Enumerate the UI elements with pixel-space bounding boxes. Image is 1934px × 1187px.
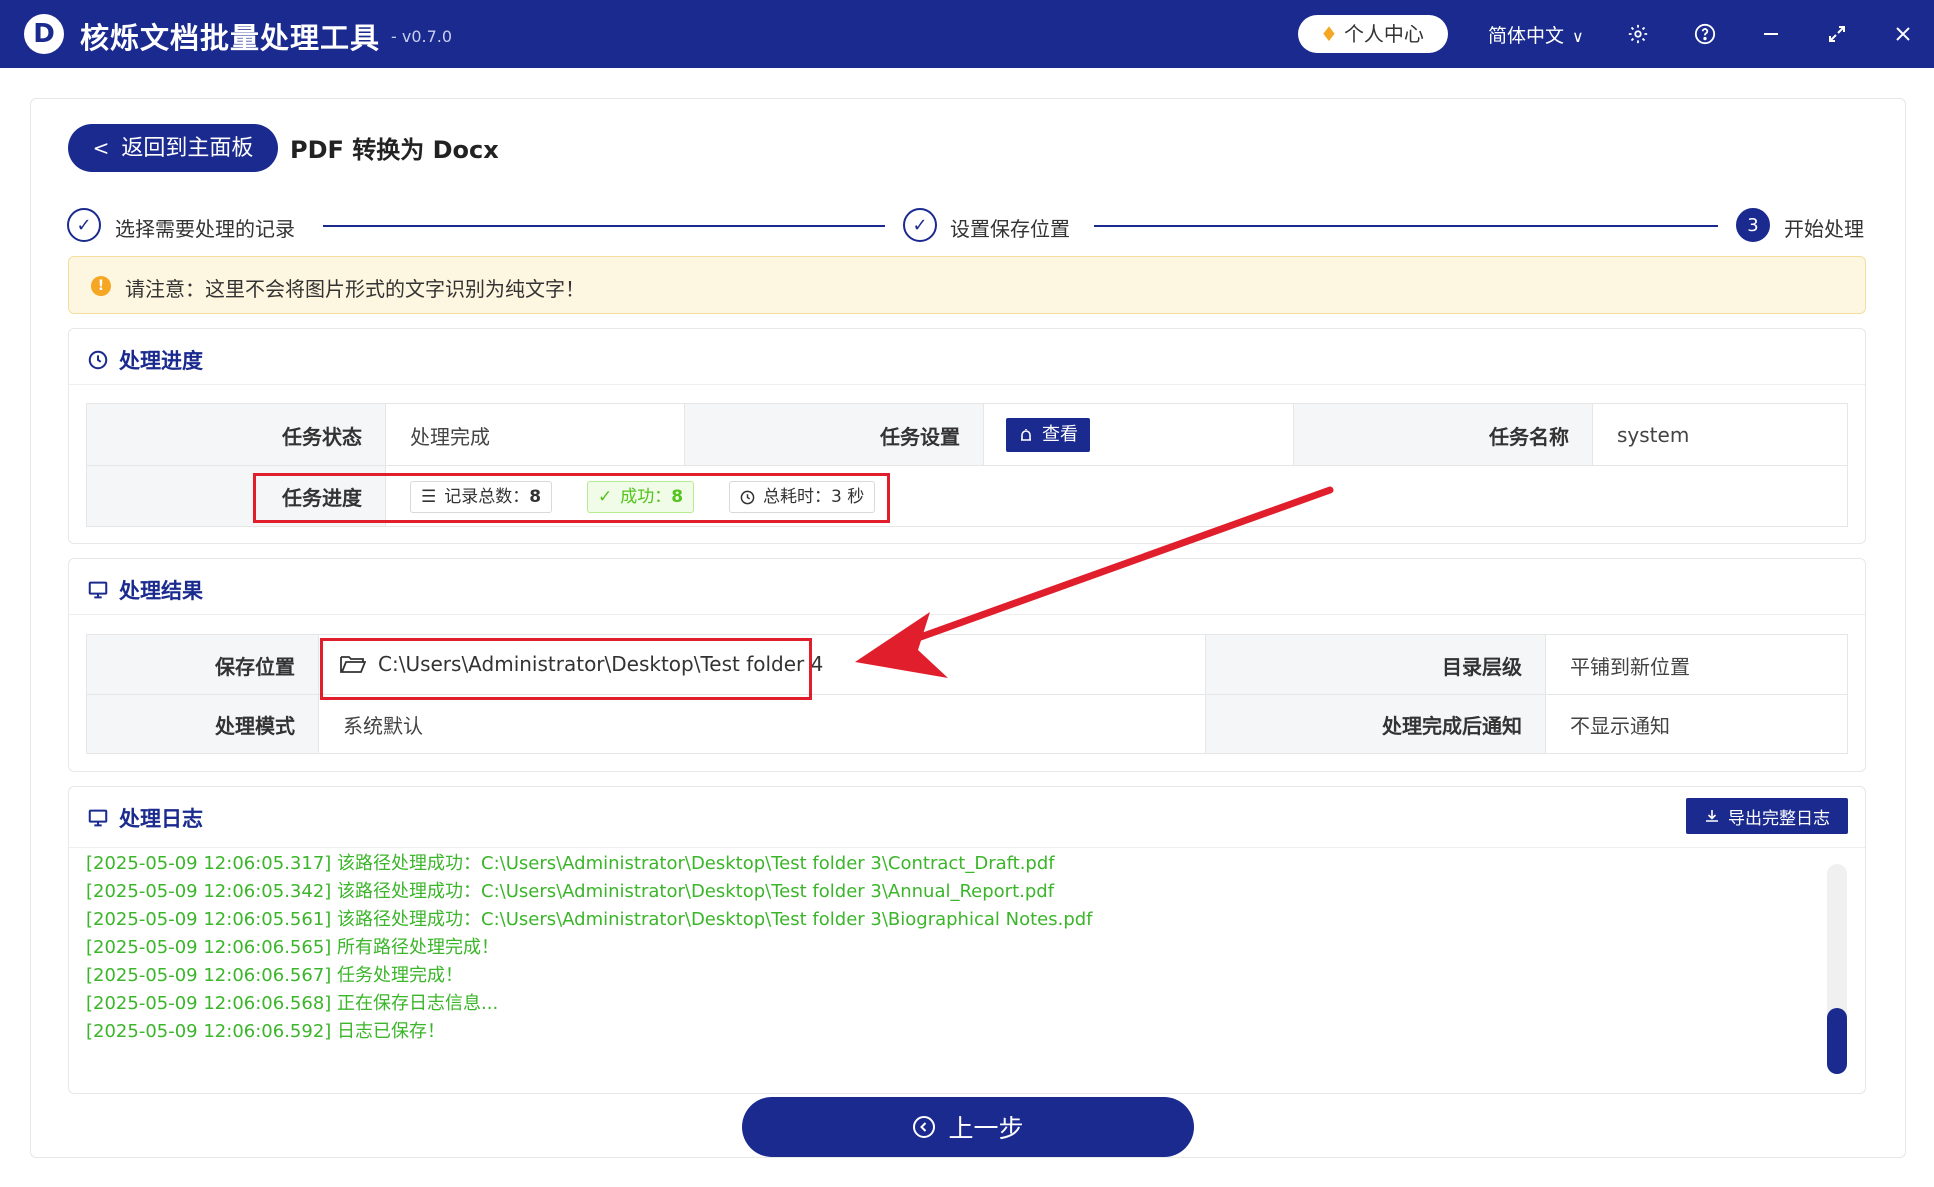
annotation-arrow (855, 486, 1334, 678)
arrow-head (855, 612, 948, 678)
arrow-left-circle-icon (913, 1116, 936, 1138)
previous-step-label: 上一步 (948, 1114, 1024, 1143)
previous-step-button[interactable]: 上一步 (742, 1097, 1194, 1157)
arrow-shaft (886, 486, 1334, 652)
